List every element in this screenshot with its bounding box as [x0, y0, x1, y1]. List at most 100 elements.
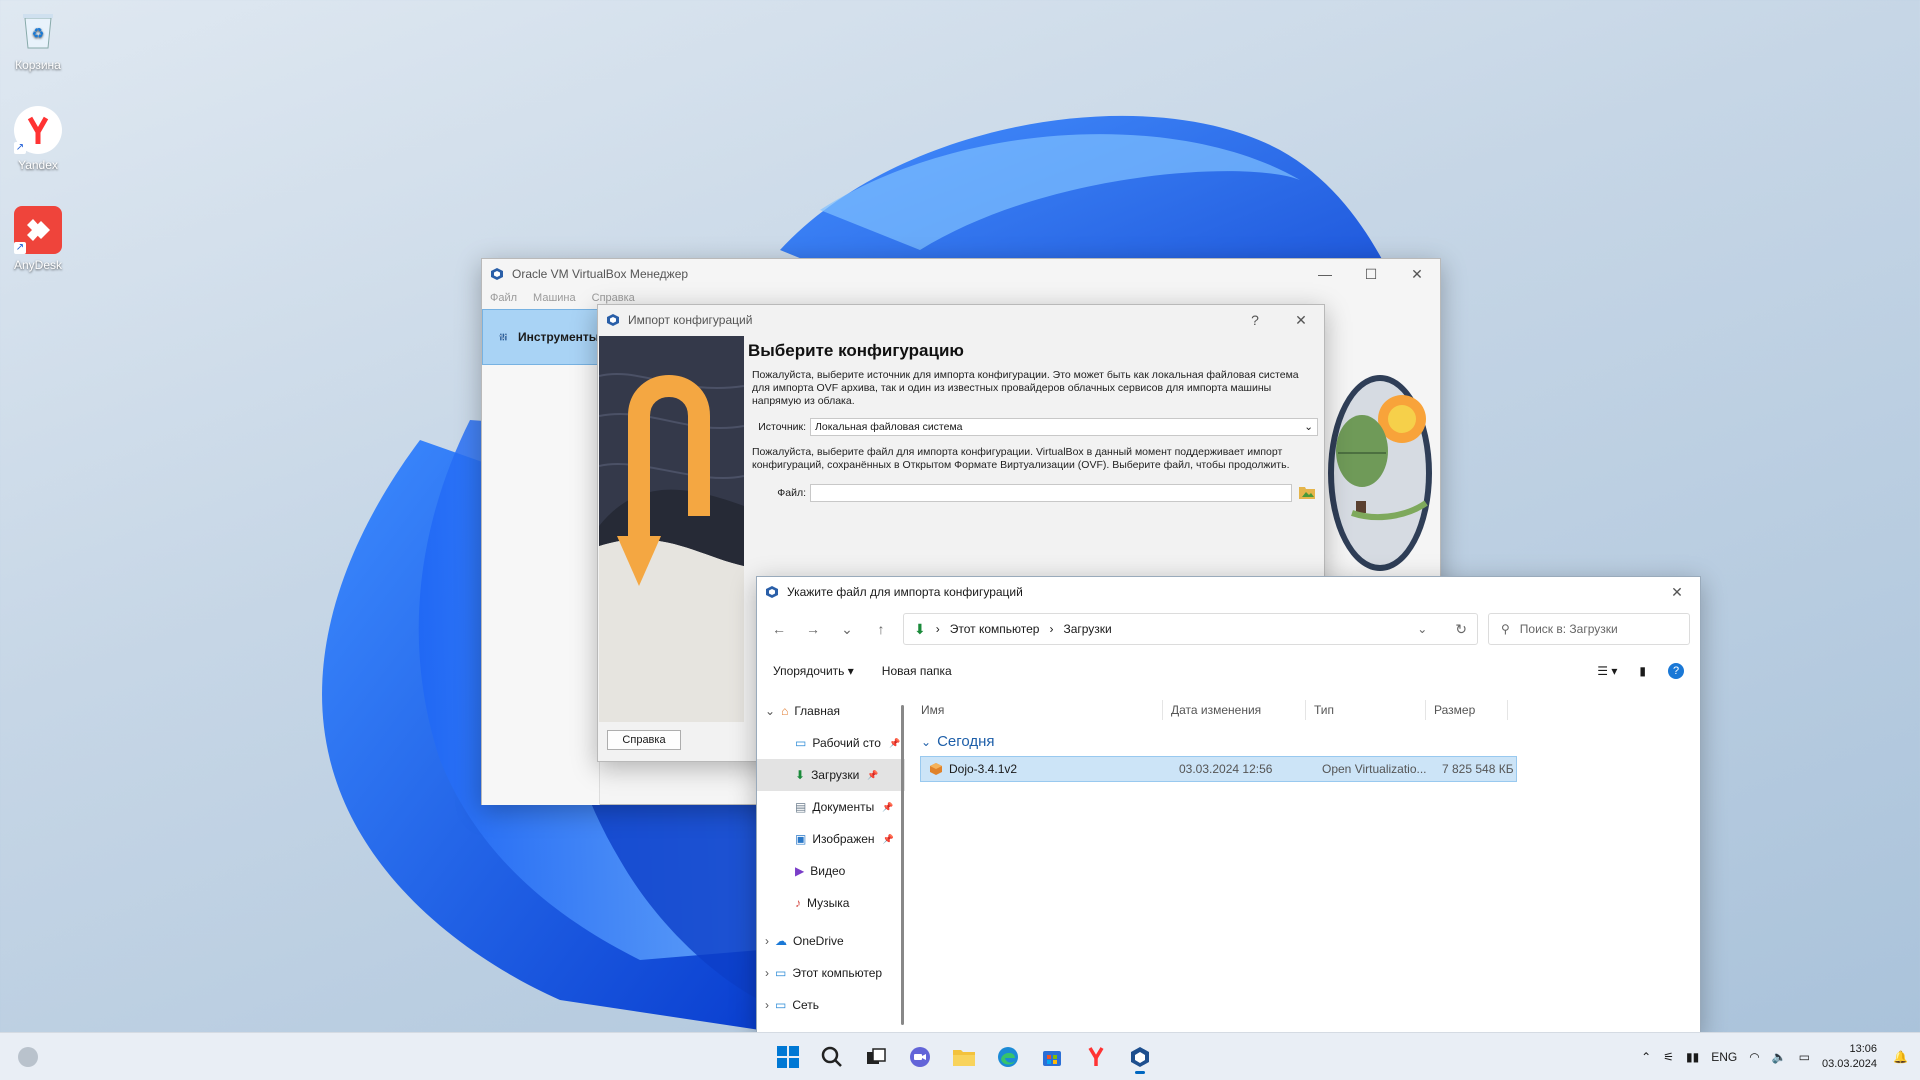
shortcut-arrow-icon: ↗ — [14, 242, 26, 254]
breadcrumb-this-pc[interactable]: Этот компьютер — [950, 622, 1040, 636]
window-titlebar[interactable]: Oracle VM VirtualBox Менеджер — ☐ ✕ — [482, 259, 1440, 289]
close-button[interactable]: ✕ — [1394, 259, 1440, 289]
nav-item-documents[interactable]: ▤ Документы 📌 — [757, 791, 905, 823]
nav-item-pictures[interactable]: ▣ Изображен 📌 — [757, 823, 905, 855]
dialog-titlebar[interactable]: Укажите файл для импорта конфигураций ✕ — [757, 577, 1700, 607]
navigation-pane: ⌄ ⌂ Главная ▭ Рабочий сто 📌 ⬇ Загрузки 📌… — [757, 695, 905, 1037]
language-indicator[interactable]: ENG — [1711, 1050, 1737, 1064]
forward-arrow-icon[interactable]: → — [801, 621, 825, 637]
chevron-right-icon[interactable]: › — [765, 998, 769, 1012]
recent-chevron-icon[interactable]: ⌄ — [835, 621, 859, 638]
nav-label: Сеть — [792, 998, 820, 1012]
dialog-titlebar[interactable]: Импорт конфигураций ? ✕ — [598, 305, 1324, 335]
file-explorer-button[interactable] — [946, 1039, 982, 1075]
new-folder-button[interactable]: Новая папка — [882, 664, 952, 678]
start-button[interactable] — [770, 1039, 806, 1075]
nav-scrollbar[interactable] — [901, 705, 904, 1025]
machine-list-pane — [482, 365, 600, 805]
chevron-down-icon[interactable]: ⌄ — [765, 704, 775, 718]
store-button[interactable] — [1034, 1039, 1070, 1075]
nav-item-this-pc[interactable]: › ▭ Этот компьютер — [757, 957, 905, 989]
chevron-right-icon[interactable]: › — [765, 934, 769, 948]
tools-item[interactable]: Инструменты — [482, 309, 600, 365]
windows-logo-icon — [777, 1046, 799, 1068]
file-size: 7 825 548 КБ — [1442, 762, 1514, 776]
system-tray: ⌃ ⚟ ▮▮ ENG ◠ 🔈 ▭ 13:06 03.03.2024 🔔 — [1641, 1033, 1908, 1080]
desktop-icon-label: AnyDesk — [13, 258, 63, 272]
clock[interactable]: 13:06 03.03.2024 — [1822, 1042, 1877, 1072]
refresh-icon[interactable]: ↻ — [1455, 621, 1467, 638]
desktop-folder-icon: ▭ — [795, 736, 807, 750]
volume-icon[interactable]: 🔈 — [1772, 1050, 1787, 1064]
source-select[interactable]: Локальная файловая система ⌄ — [810, 418, 1318, 436]
nav-item-home[interactable]: ⌄ ⌂ Главная — [757, 695, 905, 727]
svg-text:♻: ♻ — [32, 25, 45, 41]
chevron-right-icon[interactable]: › — [765, 966, 769, 980]
search-placeholder: Поиск в: Загрузки — [1519, 622, 1618, 636]
column-size[interactable]: Размер — [1426, 700, 1508, 720]
desktop-icon-yandex[interactable]: ↗ Yandex — [8, 106, 68, 172]
nav-item-videos[interactable]: ▶ Видео — [757, 855, 905, 887]
address-bar[interactable]: ⬇ › Этот компьютер › Загрузки ⌄ ↻ — [903, 613, 1478, 645]
menu-machine[interactable]: Машина — [533, 292, 576, 304]
onedrive-icon: ☁ — [775, 934, 787, 948]
nav-item-onedrive[interactable]: › ☁ OneDrive — [757, 925, 905, 957]
browse-folder-icon[interactable] — [1298, 484, 1318, 502]
taskbar: ⌃ ⚟ ▮▮ ENG ◠ 🔈 ▭ 13:06 03.03.2024 🔔 — [0, 1032, 1920, 1080]
breadcrumb-downloads[interactable]: Загрузки — [1063, 622, 1111, 636]
column-type[interactable]: Тип — [1306, 700, 1426, 720]
close-button[interactable]: ✕ — [1278, 305, 1324, 335]
nav-label: Видео — [810, 864, 846, 878]
search-box[interactable]: ⚲ Поиск в: Загрузки — [1488, 613, 1690, 645]
help-icon[interactable]: ? — [1668, 663, 1684, 679]
notification-bell-icon[interactable]: 🔔 — [1893, 1050, 1908, 1064]
chevron-down-icon: ⌄ — [921, 734, 932, 749]
chevron-down-icon[interactable]: ⌄ — [1417, 622, 1427, 636]
file-description: Пожалуйста, выберите файл для импорта ко… — [752, 446, 1290, 471]
wifi-icon[interactable]: ◠ — [1749, 1050, 1759, 1064]
widgets-icon[interactable] — [18, 1047, 38, 1067]
window-title: Oracle VM VirtualBox Менеджер — [512, 267, 689, 281]
chat-button[interactable] — [902, 1039, 938, 1075]
tools-icon — [499, 333, 507, 341]
edge-button[interactable] — [990, 1039, 1026, 1075]
file-path-input[interactable] — [810, 484, 1292, 502]
task-view-button[interactable] — [858, 1039, 894, 1075]
virtualbox-button[interactable] — [1122, 1039, 1158, 1075]
nav-item-downloads[interactable]: ⬇ Загрузки 📌 — [757, 759, 905, 791]
menu-file[interactable]: Файл — [490, 292, 517, 304]
nav-item-network[interactable]: › ▭ Сеть — [757, 989, 905, 1021]
preview-pane-icon[interactable]: ▮ — [1639, 664, 1646, 678]
source-value: Локальная файловая система — [815, 421, 963, 433]
help-button[interactable]: Справка — [607, 730, 681, 750]
file-row[interactable]: Dojo-3.4.1v2 03.03.2024 12:56 Open Virtu… — [920, 756, 1517, 782]
yandex-button[interactable] — [1078, 1039, 1114, 1075]
pictures-icon: ▣ — [795, 832, 807, 846]
close-button[interactable]: ✕ — [1654, 577, 1700, 607]
up-arrow-icon[interactable]: ↑ — [869, 621, 893, 637]
column-date[interactable]: Дата изменения — [1163, 700, 1306, 720]
menu-help[interactable]: Справка — [592, 292, 635, 304]
virtualbox-icon — [491, 268, 503, 280]
organize-button[interactable]: Упорядочить ▾ — [773, 664, 854, 678]
help-question-button[interactable]: ? — [1232, 305, 1278, 335]
minimize-button[interactable]: — — [1302, 259, 1348, 289]
desktop-icon-recycle-bin[interactable]: ♻ Корзина — [8, 6, 68, 72]
maximize-button[interactable]: ☐ — [1348, 259, 1394, 289]
nav-item-music[interactable]: ♪ Музыка — [757, 887, 905, 919]
search-button[interactable] — [814, 1039, 850, 1075]
battery-icon[interactable]: ▭ — [1799, 1050, 1810, 1064]
back-arrow-icon[interactable]: ← — [767, 621, 791, 637]
network-activity-icon[interactable]: ▮▮ — [1686, 1050, 1699, 1064]
nav-label: Этот компьютер — [792, 966, 883, 980]
file-open-dialog[interactable]: Укажите файл для импорта конфигураций ✕ … — [756, 576, 1701, 1036]
chevron-up-icon[interactable]: ⌃ — [1641, 1050, 1651, 1064]
group-header[interactable]: ⌄ Сегодня — [921, 733, 1700, 750]
settings-sliders-icon[interactable]: ⚟ — [1663, 1050, 1674, 1064]
page-heading: Выберите конфигурацию — [748, 341, 964, 360]
desktop-icon-anydesk[interactable]: ↗ AnyDesk — [8, 206, 68, 272]
dialog-title: Импорт конфигураций — [628, 313, 753, 327]
column-name[interactable]: Имя — [913, 700, 1163, 720]
nav-item-desktop[interactable]: ▭ Рабочий сто 📌 — [757, 727, 905, 759]
view-list-icon[interactable]: ☰ ▾ — [1597, 664, 1617, 678]
